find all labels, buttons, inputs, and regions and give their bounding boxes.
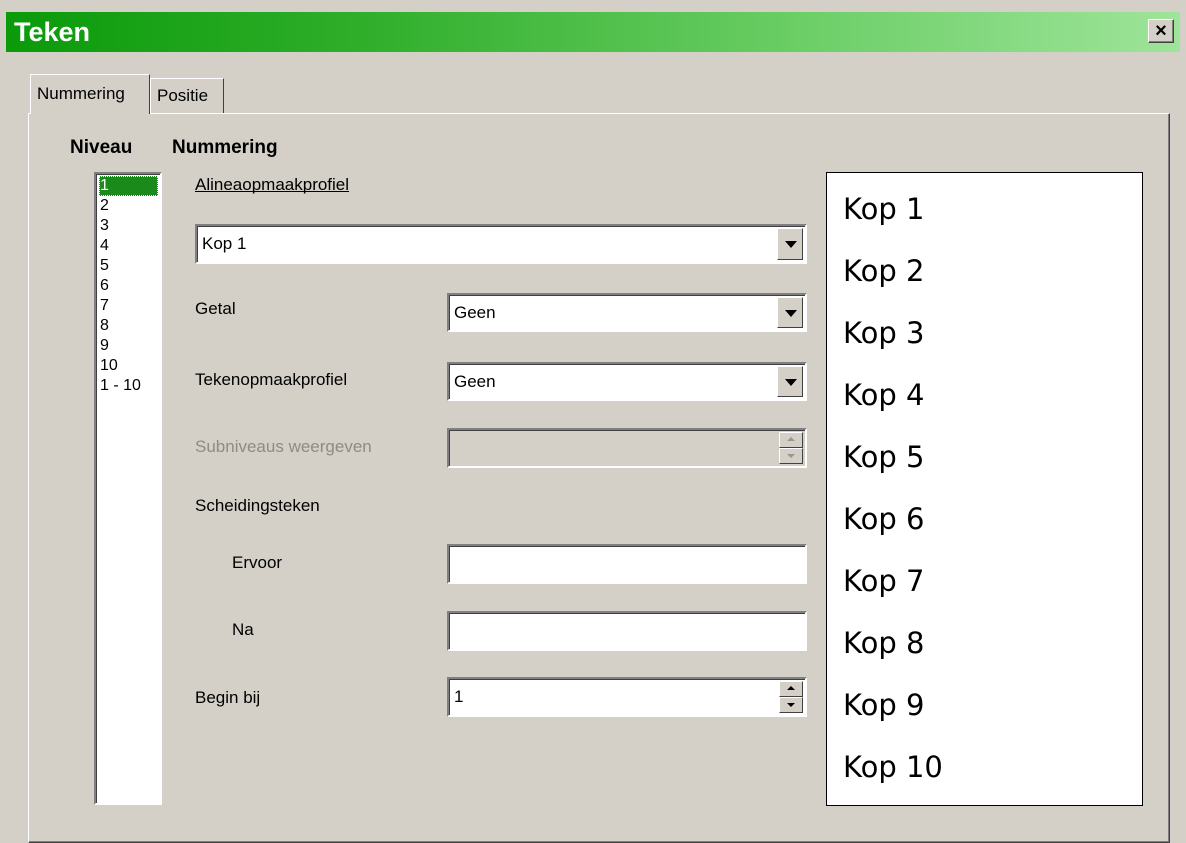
before-input[interactable] bbox=[447, 544, 807, 584]
spin-down-icon bbox=[779, 448, 803, 464]
level-item-2[interactable]: 2 bbox=[100, 196, 109, 216]
preview-item: Kop 5 bbox=[843, 440, 925, 474]
number-label: Getal bbox=[195, 299, 236, 318]
number-chevron-down-icon[interactable] bbox=[777, 297, 803, 328]
tab-nummering-label: Nummering bbox=[37, 84, 125, 103]
preview-item: Kop 9 bbox=[843, 688, 925, 722]
after-input[interactable] bbox=[447, 611, 807, 651]
before-label: Ervoor bbox=[232, 553, 283, 572]
tab-positie[interactable]: Positie bbox=[150, 78, 224, 114]
preview-item: Kop 1 bbox=[843, 192, 925, 226]
paragraph-style-dropdown[interactable]: Kop 1 bbox=[195, 224, 807, 264]
level-list[interactable]: 1 2 3 4 5 6 7 8 9 10 1 - 10 bbox=[94, 172, 162, 805]
after-label: Na bbox=[232, 620, 254, 639]
paragraph-style-chevron-down-icon[interactable] bbox=[777, 228, 803, 260]
char-style-value: Geen bbox=[454, 371, 496, 391]
close-button[interactable]: × bbox=[1148, 19, 1174, 43]
preview-item: Kop 8 bbox=[843, 626, 925, 660]
show-sublevels-spin-buttons bbox=[779, 432, 803, 464]
preview-item: Kop 10 bbox=[843, 750, 943, 784]
numbering-preview: Kop 1 Kop 2 Kop 3 Kop 4 Kop 5 Kop 6 Kop … bbox=[826, 172, 1143, 806]
preview-item: Kop 3 bbox=[843, 316, 925, 350]
spin-up-icon bbox=[779, 432, 803, 448]
tab-positie-label: Positie bbox=[157, 86, 209, 105]
char-style-dropdown[interactable]: Geen bbox=[447, 362, 807, 401]
number-value: Geen bbox=[454, 302, 496, 322]
start-at-value: 1 bbox=[454, 687, 464, 706]
level-item-6[interactable]: 6 bbox=[100, 276, 109, 296]
preview-item: Kop 4 bbox=[843, 378, 925, 412]
level-item-9[interactable]: 9 bbox=[100, 336, 109, 356]
title-bar: Teken × bbox=[6, 12, 1180, 52]
level-item-all[interactable]: 1 - 10 bbox=[100, 376, 141, 396]
level-item-3[interactable]: 3 bbox=[100, 216, 109, 236]
close-icon: × bbox=[1155, 20, 1167, 42]
show-sublevels-spinner bbox=[447, 428, 807, 468]
level-item-1[interactable]: 1 bbox=[99, 176, 158, 196]
show-sublevels-label: Subniveaus weergeven bbox=[195, 437, 372, 456]
tab-nummering[interactable]: Nummering bbox=[30, 74, 150, 114]
char-style-label: Tekenopmaakprofiel bbox=[195, 370, 348, 389]
level-item-4[interactable]: 4 bbox=[100, 236, 109, 256]
paragraph-style-label: Alineaopmaakprofiel bbox=[195, 175, 349, 195]
start-at-label: Begin bij bbox=[195, 688, 261, 707]
level-item-5[interactable]: 5 bbox=[100, 256, 109, 276]
start-at-spin-buttons[interactable] bbox=[779, 681, 803, 713]
char-style-chevron-down-icon[interactable] bbox=[777, 366, 803, 397]
spin-up-icon[interactable] bbox=[779, 681, 803, 697]
level-item-8[interactable]: 8 bbox=[100, 316, 109, 336]
separator-label: Scheidingsteken bbox=[195, 496, 320, 515]
spin-down-icon[interactable] bbox=[779, 697, 803, 713]
numbering-heading: Nummering bbox=[172, 137, 278, 158]
preview-item: Kop 6 bbox=[843, 502, 925, 536]
window-title: Teken bbox=[14, 17, 91, 47]
start-at-spinner[interactable]: 1 bbox=[447, 677, 807, 717]
level-item-7[interactable]: 7 bbox=[100, 296, 109, 316]
paragraph-style-value: Kop 1 bbox=[202, 234, 247, 253]
level-heading: Niveau bbox=[70, 137, 133, 158]
paragraph-style-label-text: Alineaopmaakprofiel bbox=[195, 175, 350, 194]
level-item-10[interactable]: 10 bbox=[100, 356, 118, 376]
number-dropdown[interactable]: Geen bbox=[447, 293, 807, 332]
preview-item: Kop 2 bbox=[843, 254, 925, 288]
preview-item: Kop 7 bbox=[843, 564, 925, 598]
